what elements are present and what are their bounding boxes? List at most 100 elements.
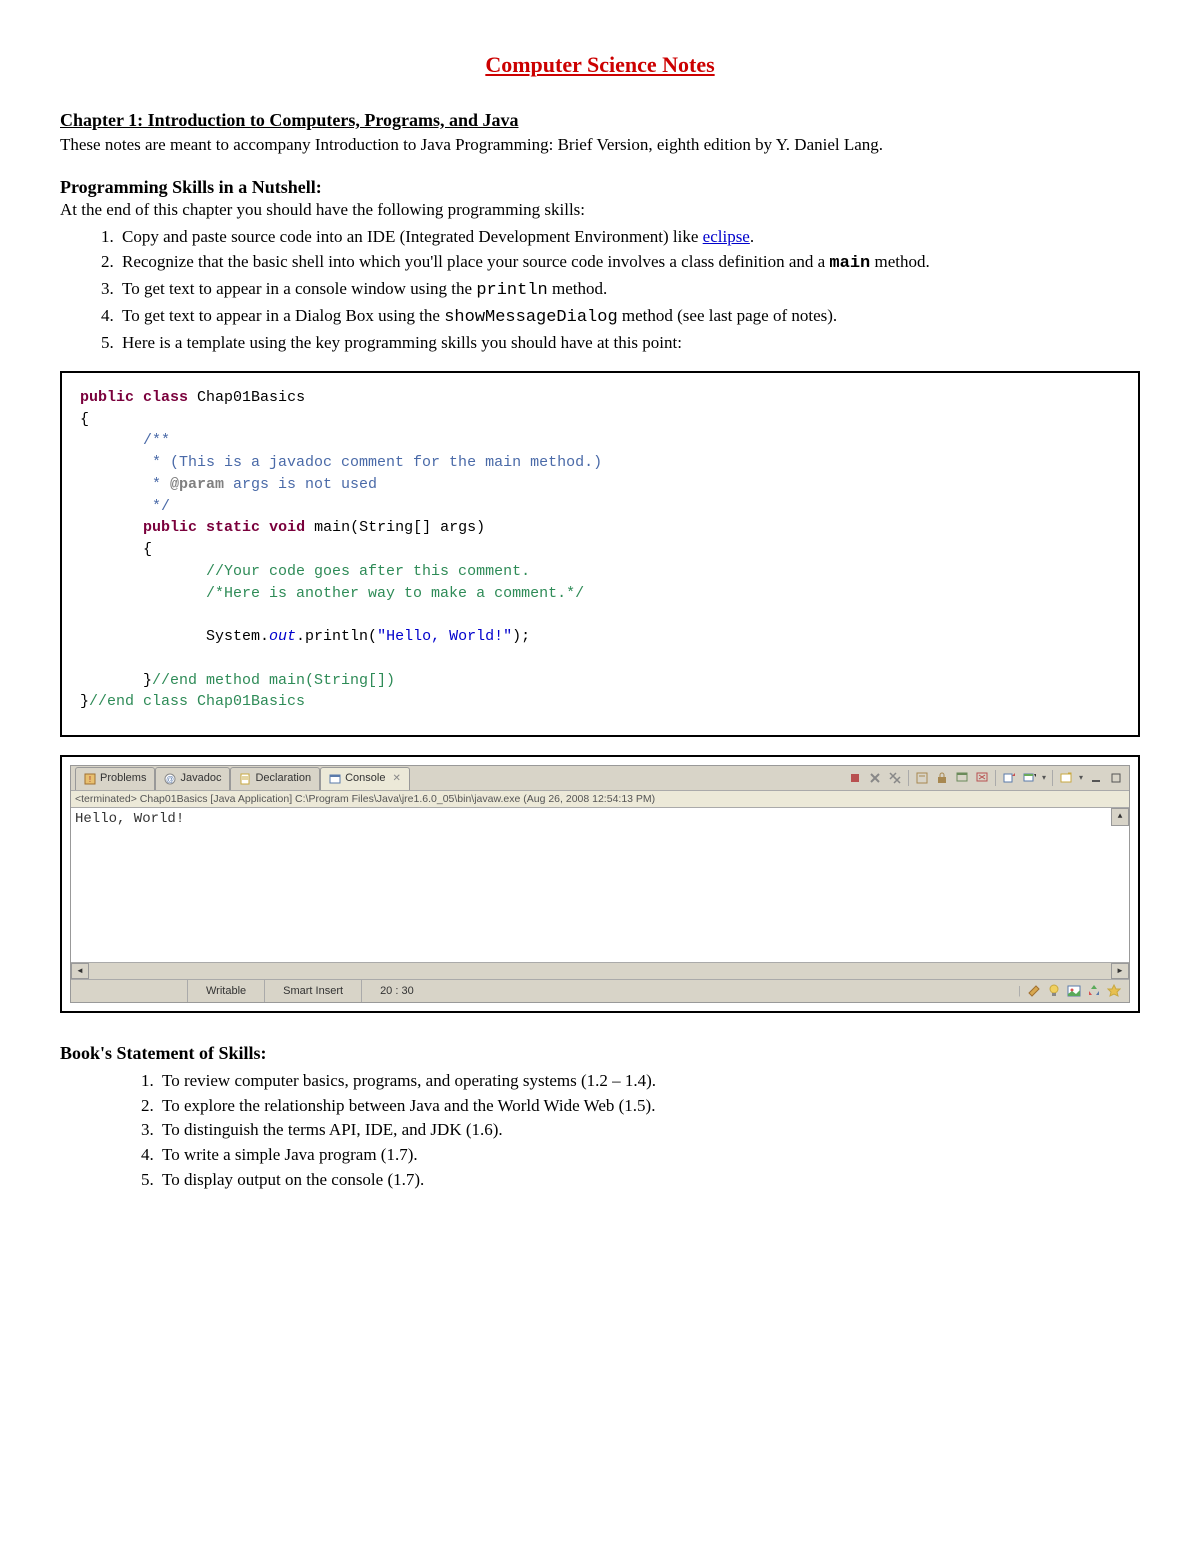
- text: To get text to appear in a console windo…: [122, 279, 476, 298]
- text: [80, 519, 143, 536]
- code-inline: println: [476, 281, 547, 300]
- list-item: To distinguish the terms API, IDE, and J…: [158, 1119, 1140, 1142]
- list-item: Here is a template using the key program…: [118, 332, 1140, 355]
- javadoc-tag: @param: [170, 476, 224, 493]
- skills-list: Copy and paste source code into an IDE (…: [60, 226, 1140, 355]
- list-item: To write a simple Java program (1.7).: [158, 1144, 1140, 1167]
- keyword: class: [143, 389, 188, 406]
- console-output-text: Hello, World!: [75, 811, 184, 827]
- javadoc-icon: @: [164, 773, 176, 785]
- problems-icon: !: [84, 773, 96, 785]
- display-icon[interactable]: [975, 771, 989, 785]
- maximize-icon[interactable]: [1109, 771, 1123, 785]
- chapter-heading: Chapter 1: Introduction to Computers, Pr…: [60, 108, 1140, 132]
- page-title: Computer Science Notes: [60, 50, 1140, 80]
- svg-text:▾: ▾: [1034, 773, 1036, 779]
- list-item: To explore the relationship between Java…: [158, 1095, 1140, 1118]
- text: [197, 519, 206, 536]
- tab-javadoc[interactable]: @ Javadoc: [155, 767, 230, 790]
- list-item: Copy and paste source code into an IDE (…: [118, 226, 1140, 249]
- open-console-icon[interactable]: [1002, 771, 1016, 785]
- text: );: [512, 628, 530, 645]
- terminate-icon[interactable]: [848, 771, 862, 785]
- text: Chap01Basics: [188, 389, 305, 406]
- tab-declaration[interactable]: Declaration: [230, 767, 320, 790]
- text: }: [80, 672, 152, 689]
- prog-skills-intro: At the end of this chapter you should ha…: [60, 199, 1140, 222]
- console-icon: [329, 773, 341, 785]
- tip-icon[interactable]: [1027, 984, 1041, 998]
- text: Recognize that the basic shell into whic…: [122, 252, 829, 271]
- book-skills-heading: Book's Statement of Skills:: [60, 1041, 1140, 1065]
- status-writable: Writable: [187, 980, 264, 1002]
- code-inline: showMessageDialog: [444, 308, 617, 327]
- scroll-left-button[interactable]: ◄: [71, 963, 89, 979]
- scroll-right-button[interactable]: ►: [1111, 963, 1129, 979]
- chevron-down-icon[interactable]: ▾: [1079, 773, 1083, 784]
- minimize-icon[interactable]: [1089, 771, 1103, 785]
- console-screenshot: ! Problems @ Javadoc Declaration Console…: [60, 755, 1140, 1013]
- tab-label: Problems: [100, 771, 146, 786]
- intro-text: These notes are meant to accompany Intro…: [60, 134, 1140, 157]
- new-view-icon[interactable]: [1059, 771, 1073, 785]
- tab-label: Console: [345, 771, 385, 786]
- text: .println(: [296, 628, 377, 645]
- new-console-icon[interactable]: ▾: [1022, 771, 1036, 785]
- list-item: To get text to appear in a console windo…: [118, 278, 1140, 303]
- status-icons: |: [1018, 984, 1129, 999]
- list-item: To display output on the console (1.7).: [158, 1169, 1140, 1192]
- text: }: [80, 693, 89, 710]
- static-field: out: [269, 628, 296, 645]
- terminated-label: <terminated> Chap01Basics [Java Applicat…: [71, 791, 1129, 808]
- remove-all-icon[interactable]: [888, 771, 902, 785]
- code-inline: main: [829, 254, 870, 273]
- keyword: public: [143, 519, 197, 536]
- tab-label: Declaration: [255, 771, 311, 786]
- status-insert: Smart Insert: [264, 980, 361, 1002]
- javadoc: /**: [80, 432, 170, 449]
- keyword: void: [269, 519, 305, 536]
- eclipse-link[interactable]: eclipse: [703, 227, 750, 246]
- scroll-up-button[interactable]: ▲: [1111, 808, 1129, 826]
- text: [260, 519, 269, 536]
- text: To get text to appear in a Dialog Box us…: [122, 306, 444, 325]
- close-icon[interactable]: ✕: [392, 772, 400, 786]
- text: method (see last page of notes).: [618, 306, 838, 325]
- comment: //Your code goes after this comment.: [80, 563, 530, 580]
- chevron-down-icon[interactable]: ▾: [1042, 773, 1046, 784]
- remove-icon[interactable]: [868, 771, 882, 785]
- javadoc: * (This is a javadoc comment for the mai…: [80, 454, 602, 471]
- svg-text:!: !: [89, 775, 91, 784]
- book-skills-list: To review computer basics, programs, and…: [60, 1070, 1140, 1193]
- lightbulb-icon[interactable]: [1047, 984, 1061, 998]
- comment: //end method main(String[]): [152, 672, 395, 689]
- javadoc: *: [80, 476, 170, 493]
- console-output-area[interactable]: Hello, World! ▲: [71, 808, 1129, 963]
- console-toolbar: ▾ ▾ ▾: [848, 770, 1129, 786]
- separator: [995, 770, 996, 786]
- separator: [908, 770, 909, 786]
- javadoc: */: [80, 498, 170, 515]
- list-item: Recognize that the basic shell into whic…: [118, 251, 1140, 276]
- prog-skills-heading: Programming Skills in a Nutshell:: [60, 175, 1140, 199]
- tab-label: Javadoc: [180, 771, 221, 786]
- image-icon[interactable]: [1067, 984, 1081, 998]
- horizontal-scrollbar[interactable]: ◄ ►: [71, 963, 1129, 980]
- text: Copy and paste source code into an IDE (…: [122, 227, 703, 246]
- tab-problems[interactable]: ! Problems: [75, 767, 155, 790]
- star-icon[interactable]: [1107, 984, 1121, 998]
- text: .: [750, 227, 754, 246]
- keyword: public: [80, 389, 134, 406]
- comment: /*Here is another way to make a comment.…: [80, 585, 584, 602]
- pin-icon[interactable]: [955, 771, 969, 785]
- clear-icon[interactable]: [915, 771, 929, 785]
- scroll-lock-icon[interactable]: [935, 771, 949, 785]
- tab-console[interactable]: Console ✕: [320, 767, 410, 790]
- recycle-icon[interactable]: [1087, 984, 1101, 998]
- status-position: 20 : 30: [361, 980, 432, 1002]
- text: method.: [548, 279, 608, 298]
- separator: [1052, 770, 1053, 786]
- console-window: ! Problems @ Javadoc Declaration Console…: [70, 765, 1130, 1003]
- text: {: [80, 411, 89, 428]
- text: main(String[] args): [305, 519, 485, 536]
